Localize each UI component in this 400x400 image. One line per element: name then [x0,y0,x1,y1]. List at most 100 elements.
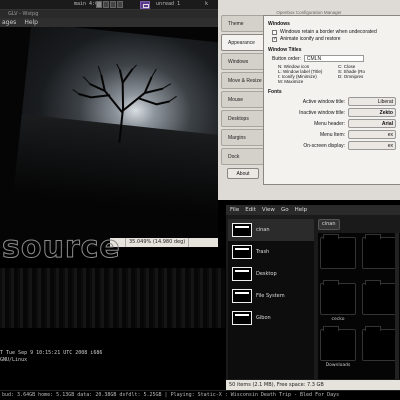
checkbox-box-checked[interactable] [272,36,277,42]
windows-heading: Windows [268,21,290,27]
pager-desk-1[interactable] [96,1,102,8]
tree-silhouette [72,63,177,144]
font-row-menu-item: Menu Item: ex [268,130,396,139]
conky-status-bar: bud: 3.64GB home: 5.13GB data: 20.38GB d… [0,390,400,400]
unread-label: unread 1 [156,1,181,7]
font-label: Active window title: [302,98,345,105]
file-view-scrollbar[interactable] [395,233,399,379]
folder-label: cecko [331,317,345,322]
workspace-switcher-icon[interactable] [140,1,150,9]
font-picker-button[interactable]: Zekto [348,108,396,117]
fonts-heading: Fonts [268,89,282,95]
tab-dock[interactable]: Dock [221,148,263,165]
image-viewer-window: GLV - Wstpg ages Help [0,10,218,248]
tab-move-resize[interactable]: Move & Resize [221,72,263,89]
terminal-line-2: GNU/Linux [0,357,28,363]
checkbox-box[interactable] [272,29,277,35]
menu-help[interactable]: Help [295,205,308,215]
menu-go[interactable]: Go [281,205,289,215]
viewer-title: GLV - Wstpg [0,10,218,18]
appearance-pane: Windows Windows retain a border when und… [263,15,400,185]
pager-desk-3[interactable] [110,1,116,8]
retain-border-checkbox[interactable]: Windows retain a border when undecorated [272,29,396,35]
tab-desktops[interactable]: Desktops [221,110,263,127]
font-label: Inactive window title: [299,109,345,116]
wallpaper-reflection [0,268,225,328]
folder-icon [320,326,356,361]
zoom-readout: 35.049% (14.980 deg) [126,238,190,247]
folder-icon [320,234,356,269]
path-crumb[interactable]: cinan [318,219,340,230]
button-order-input[interactable]: CMLN [303,55,364,62]
menu-view[interactable]: View [262,205,275,215]
viewer-menubar: ages Help [0,18,218,27]
menu-file[interactable]: File [230,205,239,215]
button-order-legend: N: Window icon C: Close L: Window label … [278,64,396,84]
drive-icon [232,289,252,303]
font-picker-button[interactable]: Liberat [348,97,396,106]
terminal-line-1: T Tue Sep 9 10:15:21 UTC 2008 i686 [0,350,103,356]
font-label: Menu Item: [319,131,345,138]
place-label: Trash [256,249,270,255]
folder-item[interactable] [360,280,400,317]
font-row-inactive-title: Inactive window title: Zekto [268,108,396,117]
workspace-label: main 4:0 [74,1,99,7]
folder-item[interactable] [360,326,400,363]
font-picker-button[interactable]: ex [348,130,396,139]
place-home[interactable]: cinan [228,219,314,241]
legend-item: M: Maximize [278,79,304,84]
font-picker-button[interactable]: Arial [348,119,396,128]
trash-icon [232,245,252,259]
menu-help[interactable]: Help [24,18,38,27]
image-canvas[interactable] [0,27,218,248]
font-row-osd: On-screen display: ex [268,141,396,150]
tab-mouse[interactable]: Mouse [221,91,263,108]
place-filesystem[interactable]: File System [228,285,314,307]
animate-iconify-checkbox[interactable]: Animate iconify and restore [272,36,396,42]
fm-menubar: File Edit View Go Help [226,205,400,215]
menu-edit[interactable]: Edit [245,205,256,215]
file-view[interactable]: cecko Downloads [318,233,400,379]
folder-icon [362,326,398,361]
place-label: File System [256,293,285,299]
obconf-tab-list: Theme Appearance Windows Move & Resize M… [221,15,263,167]
place-gibon[interactable]: Gibon [228,307,314,329]
tab-margins[interactable]: Margins [221,129,263,146]
folder-item[interactable] [318,234,358,271]
place-trash[interactable]: Trash [228,241,314,263]
menu-images[interactable]: ages [2,18,16,27]
desktop-pager[interactable] [96,1,123,8]
folder-item[interactable] [360,234,400,271]
openbox-config-window: Openbox Configuration Manager Theme Appe… [218,0,400,200]
pager-desk-4[interactable] [117,1,123,8]
pager-desk-2[interactable] [103,1,109,8]
home-folder-icon [232,223,252,237]
panel-right-label: k [205,1,209,7]
folder-label: Downloads [325,363,351,368]
folder-item[interactable]: Downloads [318,326,358,368]
place-label: Gibon [256,315,271,321]
legend-item [338,79,398,84]
folder-icon [362,280,398,315]
place-label: cinan [256,227,270,233]
place-label: Desktop [256,271,277,277]
tab-theme[interactable]: Theme [221,15,263,32]
font-picker-button[interactable]: ex [348,141,396,150]
about-button[interactable]: About [227,168,259,179]
folder-icon [362,234,398,269]
place-desktop[interactable]: Desktop [228,263,314,285]
folder-item[interactable]: cecko [318,280,358,322]
font-label: Menu header: [314,120,345,127]
folder-icon [320,280,356,315]
font-label: On-screen display: [303,142,345,149]
font-row-active-title: Active window title: Liberat [268,97,396,106]
window-titles-heading: Window Titles [268,47,302,53]
button-order-row: Button order: CMLN [272,55,396,62]
drive-icon [232,311,252,325]
checkbox-label: Windows retain a border when undecorated [280,29,377,35]
button-order-label: Button order: [272,55,301,62]
fm-statusbar: 50 items (2.1 MB), Free space: 7.3 GB [226,380,400,390]
tab-windows[interactable]: Windows [221,53,263,70]
places-sidebar: cinan Trash Desktop File System Gibon [228,219,314,379]
tab-appearance[interactable]: Appearance [221,34,263,51]
